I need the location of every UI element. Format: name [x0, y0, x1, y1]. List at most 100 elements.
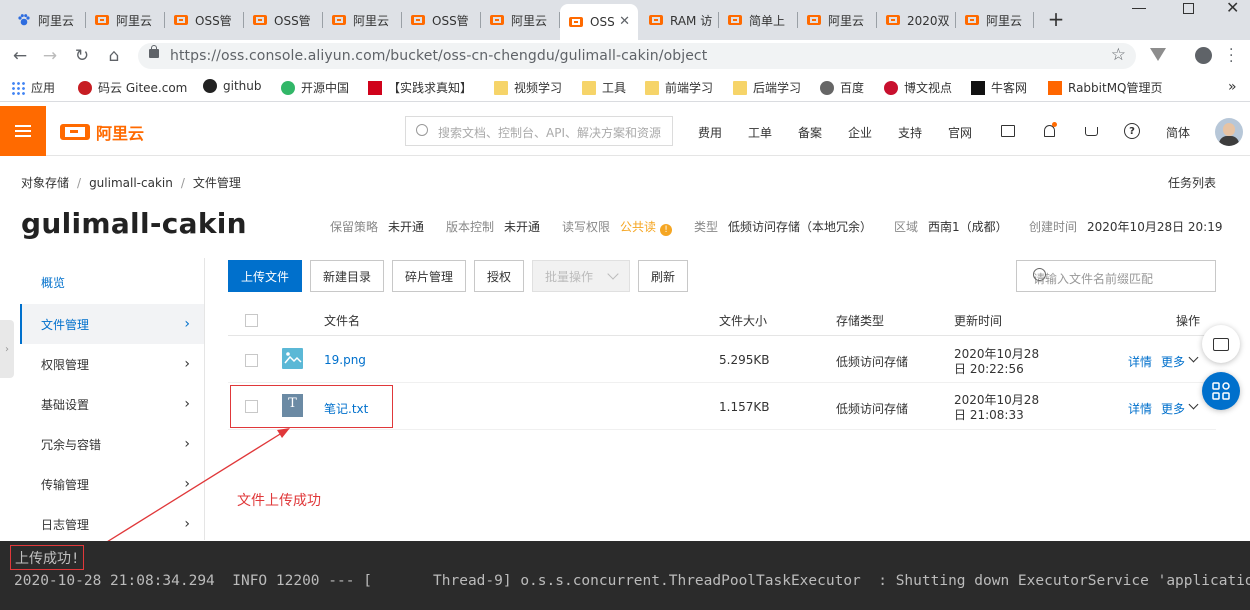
apps-grid-button[interactable] — [1202, 372, 1240, 410]
close-icon[interactable]: ✕ — [619, 14, 630, 29]
feedback-chat-button[interactable] — [1202, 325, 1240, 363]
sidebar-item-settings[interactable]: 基础设置 › — [20, 384, 204, 424]
row-checkbox[interactable] — [245, 354, 258, 367]
fragments-button[interactable]: 碎片管理 — [392, 260, 466, 292]
nav-enterprise[interactable]: 企业 — [848, 124, 872, 141]
more-dropdown[interactable]: 更多 — [1161, 353, 1185, 370]
bookmark-broadview[interactable]: 博文视点 — [884, 79, 952, 96]
maximize-button[interactable] — [1183, 3, 1194, 14]
star-icon[interactable]: ☆ — [1111, 45, 1126, 65]
bookmark-baidu[interactable]: 百度 — [820, 79, 864, 96]
avatar[interactable] — [1215, 118, 1243, 146]
browser-tab[interactable]: 阿里云 — [798, 6, 877, 34]
browser-tab[interactable]: OSS管 — [244, 6, 323, 34]
bookmark-folder[interactable]: 前端学习 — [645, 79, 713, 96]
cart-icon[interactable] — [1082, 122, 1100, 140]
sidebar-item-files[interactable]: 文件管理 › — [20, 304, 204, 344]
detail-link[interactable]: 详情 — [1128, 400, 1152, 417]
browser-tab[interactable]: 阿里云 — [8, 6, 86, 34]
upload-button[interactable]: 上传文件 — [228, 260, 302, 292]
browser-tab[interactable]: 简单上 — [719, 6, 798, 34]
sidebar-item-redundancy[interactable]: 冗余与容错 › — [20, 424, 204, 464]
bookmarks-more-button[interactable]: » — [1228, 79, 1237, 95]
detail-link[interactable]: 详情 — [1128, 353, 1152, 370]
global-search-input[interactable]: 搜索文档、控制台、API、解决方案和资源 — [405, 116, 673, 146]
new-tab-button[interactable]: + — [1044, 7, 1068, 31]
bookmark-csdn[interactable]: 【实践求真知】 — [368, 79, 472, 96]
browser-tab[interactable]: 阿里云 — [323, 6, 402, 34]
meta-acl: 读写权限 公共读! — [562, 218, 673, 236]
bookmark-rabbitmq[interactable]: RabbitMQ管理页 — [1048, 79, 1163, 96]
search-placeholder: 搜索文档、控制台、API、解决方案和资源 — [438, 126, 661, 140]
sidebar-item-overview[interactable]: 概览 — [20, 262, 204, 302]
bookmark-oschina[interactable]: 开源中国 — [281, 79, 349, 96]
folder-icon — [645, 80, 659, 95]
refresh-button[interactable]: 刷新 — [638, 260, 688, 292]
column-header: 文件大小 — [719, 314, 768, 328]
bookmark-nowcoder[interactable]: 牛客网 — [971, 79, 1027, 96]
back-button[interactable]: ← — [8, 45, 32, 67]
folder-icon — [494, 80, 508, 95]
breadcrumb-item[interactable]: gulimall-cakin — [89, 176, 173, 190]
warning-icon[interactable]: ! — [660, 224, 673, 236]
browser-tab[interactable]: OSS管 — [165, 6, 244, 34]
nav-website[interactable]: 官网 — [948, 124, 972, 141]
storage-type: 低频访问存储 — [836, 355, 909, 369]
meta-versioning: 版本控制 未开通 — [446, 220, 541, 234]
task-list-link[interactable]: 任务列表 — [1168, 174, 1216, 191]
address-bar[interactable]: https://oss.console.aliyun.com/bucket/os… — [138, 43, 1136, 69]
authorize-button[interactable]: 授权 — [474, 260, 524, 292]
help-icon[interactable]: ? — [1123, 122, 1141, 140]
nav-ticket[interactable]: 工单 — [748, 124, 772, 141]
browser-tab[interactable]: 阿里云 — [481, 6, 560, 34]
sidebar-item-permissions[interactable]: 权限管理 › — [20, 344, 204, 384]
language-switch[interactable]: 简体 — [1166, 124, 1190, 141]
sidebar-item-transfer[interactable]: 传输管理 › — [20, 464, 204, 504]
window-close-button[interactable]: ✕ — [1226, 0, 1239, 17]
nav-icp[interactable]: 备案 — [798, 124, 822, 141]
aliyun-logo[interactable]: 阿里云 — [60, 120, 144, 144]
browser-tab-active[interactable]: OSS ✕ — [560, 4, 638, 40]
bookmark-folder[interactable]: 后端学习 — [733, 79, 801, 96]
menu-button[interactable] — [0, 106, 46, 156]
browser-tab[interactable]: RAM 访 — [640, 6, 719, 34]
nav-fees[interactable]: 费用 — [698, 124, 722, 141]
table-header: 文件名 文件大小 存储类型 更新时间 操作 — [228, 304, 1216, 336]
bookmark-gitee[interactable]: 码云 Gitee.com — [78, 79, 187, 96]
file-search-input[interactable]: 请输入文件名前缀匹配 — [1016, 260, 1216, 292]
batch-actions-dropdown[interactable]: 批量操作 — [532, 260, 630, 292]
chrome-menu-icon[interactable]: · · · — [1229, 43, 1233, 69]
bookmark-folder[interactable]: 视频学习 — [494, 79, 562, 96]
forward-button[interactable]: → — [38, 45, 62, 67]
sidebar-item-logs[interactable]: 日志管理 › — [20, 504, 204, 544]
minimize-button[interactable] — [1132, 8, 1146, 9]
search-icon[interactable] — [1033, 268, 1046, 281]
browser-tab[interactable]: 阿里云 — [956, 6, 1034, 34]
more-dropdown[interactable]: 更多 — [1161, 400, 1185, 417]
nav-support[interactable]: 支持 — [898, 124, 922, 141]
browser-tab[interactable]: OSS管 — [402, 6, 481, 34]
annotation-label: 文件上传成功 — [237, 493, 321, 509]
extension-icon[interactable] — [1150, 48, 1166, 61]
select-all-checkbox[interactable] — [245, 314, 258, 327]
bookmark-apps[interactable]: 应用 — [11, 79, 55, 96]
profile-icon[interactable] — [1195, 47, 1212, 64]
browser-tab[interactable]: 2020双 — [877, 6, 956, 34]
bookmark-github[interactable]: github — [203, 79, 261, 93]
chevron-down-icon[interactable] — [1188, 352, 1199, 363]
aliyun-logo-mark — [60, 124, 90, 140]
home-icon[interactable]: ⌂ — [102, 45, 126, 67]
browser-tab[interactable]: 阿里云 — [86, 6, 165, 34]
new-directory-button[interactable]: 新建目录 — [310, 260, 384, 292]
terminal-icon[interactable] — [999, 122, 1017, 140]
updated-time: 日 21:08:33 — [954, 408, 1024, 422]
bell-icon[interactable] — [1040, 122, 1058, 140]
file-name-link[interactable]: 19.png — [324, 353, 366, 367]
tab-title: OSS管 — [432, 13, 469, 28]
reload-button[interactable]: ↻ — [70, 45, 94, 67]
bookmark-folder[interactable]: 工具 — [582, 79, 626, 96]
breadcrumb-item[interactable]: 对象存储 — [21, 176, 69, 190]
column-header: 存储类型 — [836, 314, 885, 328]
sidebar-collapse-handle[interactable]: › — [0, 320, 14, 378]
chevron-down-icon[interactable] — [1188, 399, 1199, 410]
